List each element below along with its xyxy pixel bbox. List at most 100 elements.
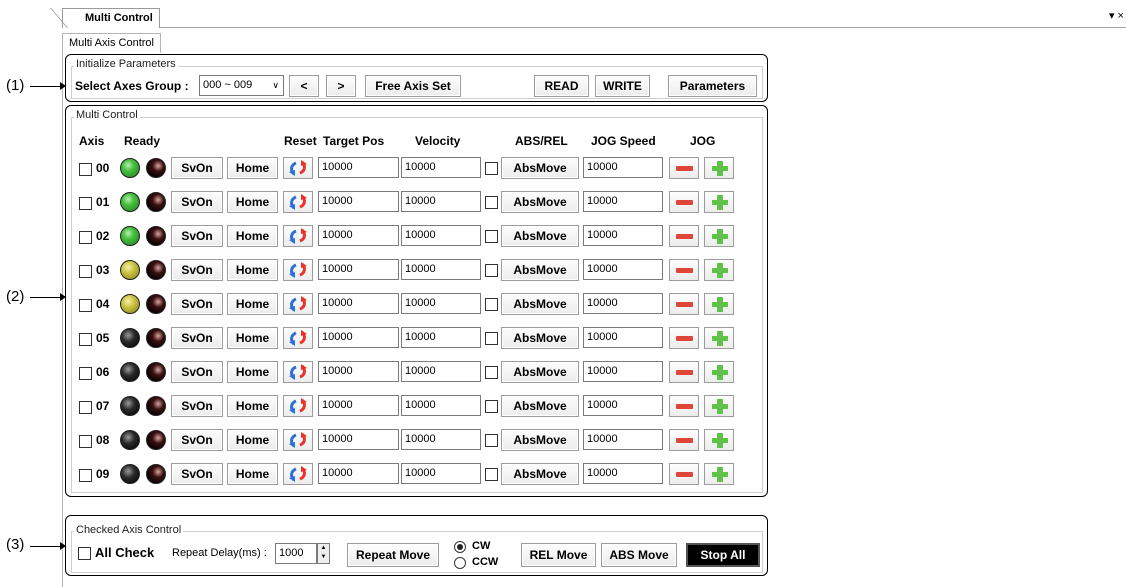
- stop-all-button[interactable]: Stop All: [686, 543, 760, 567]
- read-button[interactable]: READ: [534, 75, 589, 97]
- abs-rel-checkbox[interactable]: [485, 434, 498, 447]
- parameters-button[interactable]: Parameters: [668, 75, 757, 97]
- repeat-delay-input[interactable]: 1000: [275, 543, 317, 564]
- repeat-move-button[interactable]: Repeat Move: [347, 543, 439, 567]
- svon-button[interactable]: SvOn: [171, 361, 223, 383]
- absmove-button[interactable]: AbsMove: [501, 259, 579, 281]
- svon-button[interactable]: SvOn: [171, 259, 223, 281]
- reset-button[interactable]: [283, 395, 313, 417]
- abs-rel-checkbox[interactable]: [485, 196, 498, 209]
- target-pos-input[interactable]: 10000: [318, 429, 399, 450]
- jog-speed-input[interactable]: 10000: [583, 429, 663, 450]
- write-button[interactable]: WRITE: [595, 75, 650, 97]
- jog-speed-input[interactable]: 10000: [583, 293, 663, 314]
- jog-minus-button[interactable]: [669, 463, 699, 485]
- jog-minus-button[interactable]: [669, 293, 699, 315]
- reset-button[interactable]: [283, 157, 313, 179]
- target-pos-input[interactable]: 10000: [318, 395, 399, 416]
- home-button[interactable]: Home: [227, 293, 278, 315]
- svon-button[interactable]: SvOn: [171, 191, 223, 213]
- svon-button[interactable]: SvOn: [171, 463, 223, 485]
- absmove-button[interactable]: AbsMove: [501, 463, 579, 485]
- abs-rel-checkbox[interactable]: [485, 162, 498, 175]
- jog-speed-input[interactable]: 10000: [583, 157, 663, 178]
- jog-plus-button[interactable]: [704, 395, 734, 417]
- jog-plus-button[interactable]: [704, 225, 734, 247]
- prev-group-button[interactable]: <: [289, 75, 319, 97]
- abs-rel-checkbox[interactable]: [485, 400, 498, 413]
- jog-minus-button[interactable]: [669, 259, 699, 281]
- svon-button[interactable]: SvOn: [171, 327, 223, 349]
- svon-button[interactable]: SvOn: [171, 429, 223, 451]
- jog-speed-input[interactable]: 10000: [583, 361, 663, 382]
- velocity-input[interactable]: 10000: [401, 225, 481, 246]
- jog-plus-button[interactable]: [704, 361, 734, 383]
- velocity-input[interactable]: 10000: [401, 157, 481, 178]
- axis-select-checkbox[interactable]: [79, 265, 92, 278]
- axes-group-select[interactable]: 000 ~ 009 ∨: [199, 75, 284, 96]
- absmove-button[interactable]: AbsMove: [501, 225, 579, 247]
- jog-plus-button[interactable]: [704, 259, 734, 281]
- jog-speed-input[interactable]: 10000: [583, 191, 663, 212]
- velocity-input[interactable]: 10000: [401, 293, 481, 314]
- axis-select-checkbox[interactable]: [79, 435, 92, 448]
- velocity-input[interactable]: 10000: [401, 191, 481, 212]
- reset-button[interactable]: [283, 191, 313, 213]
- velocity-input[interactable]: 10000: [401, 361, 481, 382]
- target-pos-input[interactable]: 10000: [318, 191, 399, 212]
- jog-speed-input[interactable]: 10000: [583, 395, 663, 416]
- reset-button[interactable]: [283, 429, 313, 451]
- absmove-button[interactable]: AbsMove: [501, 361, 579, 383]
- velocity-input[interactable]: 10000: [401, 327, 481, 348]
- absmove-button[interactable]: AbsMove: [501, 395, 579, 417]
- tab-window-controls[interactable]: ▾ ×: [1109, 9, 1124, 22]
- next-group-button[interactable]: >: [326, 75, 356, 97]
- home-button[interactable]: Home: [227, 191, 278, 213]
- reset-button[interactable]: [283, 463, 313, 485]
- axis-select-checkbox[interactable]: [79, 299, 92, 312]
- jog-minus-button[interactable]: [669, 191, 699, 213]
- abs-rel-checkbox[interactable]: [485, 332, 498, 345]
- svon-button[interactable]: SvOn: [171, 395, 223, 417]
- abs-rel-checkbox[interactable]: [485, 298, 498, 311]
- absmove-button[interactable]: AbsMove: [501, 191, 579, 213]
- axis-select-checkbox[interactable]: [79, 231, 92, 244]
- home-button[interactable]: Home: [227, 361, 278, 383]
- jog-plus-button[interactable]: [704, 463, 734, 485]
- abs-rel-checkbox[interactable]: [485, 230, 498, 243]
- absmove-button[interactable]: AbsMove: [501, 429, 579, 451]
- target-pos-input[interactable]: 10000: [318, 361, 399, 382]
- velocity-input[interactable]: 10000: [401, 395, 481, 416]
- jog-speed-input[interactable]: 10000: [583, 259, 663, 280]
- reset-button[interactable]: [283, 361, 313, 383]
- axis-select-checkbox[interactable]: [79, 163, 92, 176]
- svon-button[interactable]: SvOn: [171, 293, 223, 315]
- home-button[interactable]: Home: [227, 259, 278, 281]
- velocity-input[interactable]: 10000: [401, 429, 481, 450]
- velocity-input[interactable]: 10000: [401, 259, 481, 280]
- repeat-delay-spinner[interactable]: ▲ ▼: [317, 543, 330, 564]
- jog-minus-button[interactable]: [669, 429, 699, 451]
- axis-select-checkbox[interactable]: [79, 401, 92, 414]
- reset-button[interactable]: [283, 293, 313, 315]
- axis-select-checkbox[interactable]: [79, 469, 92, 482]
- home-button[interactable]: Home: [227, 395, 278, 417]
- velocity-input[interactable]: 10000: [401, 463, 481, 484]
- jog-minus-button[interactable]: [669, 327, 699, 349]
- home-button[interactable]: Home: [227, 225, 278, 247]
- ccw-radio[interactable]: [454, 557, 466, 569]
- jog-speed-input[interactable]: 10000: [583, 463, 663, 484]
- abs-rel-checkbox[interactable]: [485, 468, 498, 481]
- home-button[interactable]: Home: [227, 327, 278, 349]
- home-button[interactable]: Home: [227, 463, 278, 485]
- target-pos-input[interactable]: 10000: [318, 327, 399, 348]
- reset-button[interactable]: [283, 259, 313, 281]
- jog-plus-button[interactable]: [704, 157, 734, 179]
- jog-minus-button[interactable]: [669, 225, 699, 247]
- cw-radio[interactable]: [454, 541, 466, 553]
- tab-multi-control[interactable]: Multi Control: [62, 8, 160, 28]
- all-check-checkbox[interactable]: [78, 547, 91, 560]
- abs-rel-checkbox[interactable]: [485, 366, 498, 379]
- target-pos-input[interactable]: 10000: [318, 259, 399, 280]
- absmove-button[interactable]: AbsMove: [501, 293, 579, 315]
